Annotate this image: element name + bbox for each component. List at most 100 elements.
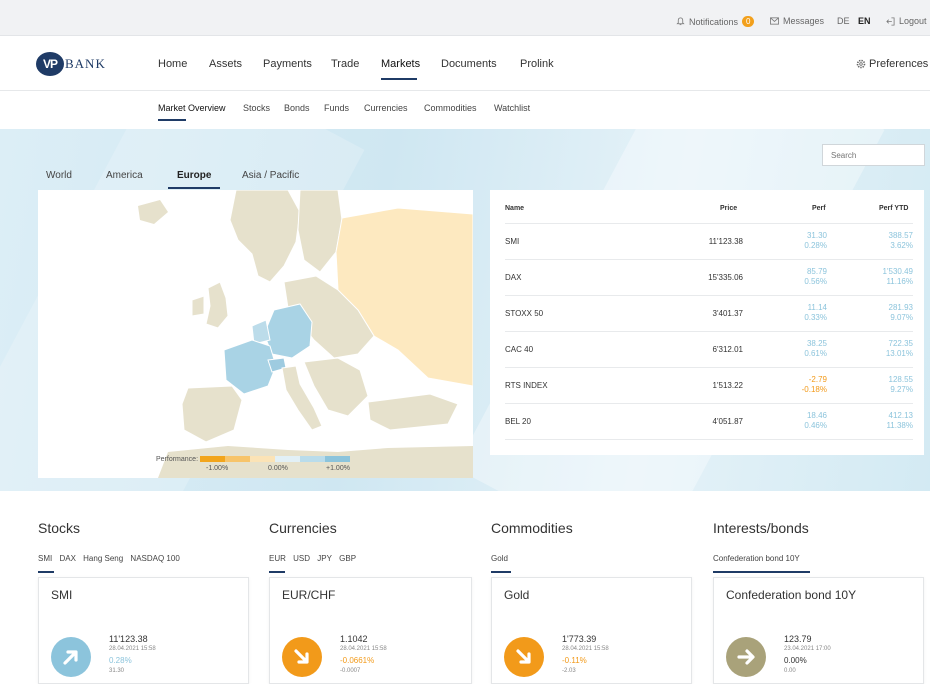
row-price: 4'051.87 — [712, 417, 743, 426]
row-name: STOXX 50 — [505, 309, 544, 318]
row-name: RTS INDEX — [505, 381, 548, 390]
region-active-indicator — [168, 187, 220, 189]
row-perf-pct: 0.28% — [804, 241, 827, 250]
nav-item-payments[interactable]: Payments — [263, 58, 312, 70]
row-perf-ytd: 128.55 9.27% — [889, 375, 913, 395]
row-perf-pct: 0.46% — [804, 421, 827, 430]
section-tab[interactable]: EUR — [269, 554, 286, 563]
card-change-absolute: 31.30 — [109, 668, 125, 674]
subnav-item-watchlist[interactable]: Watchlist — [494, 103, 530, 113]
row-perf: 11.14 0.33% — [804, 303, 827, 323]
region-tab-asia-pacific[interactable]: Asia / Pacific — [242, 170, 299, 181]
section-title: Commodities — [491, 520, 573, 536]
subnav-item-market-overview[interactable]: Market Overview — [158, 103, 226, 113]
europe-performance-map[interactable] — [38, 190, 473, 478]
card-title: SMI — [51, 588, 73, 602]
row-ytd-pct: 3.62% — [890, 241, 913, 250]
section-tab[interactable]: Gold — [491, 554, 508, 563]
logout-label: Logout — [899, 16, 927, 26]
subnav-item-commodities[interactable]: Commodities — [424, 103, 477, 113]
section-tab[interactable]: NASDAQ 100 — [130, 554, 179, 563]
row-perf-abs: 31.30 — [806, 231, 827, 240]
arrow-down-right-icon — [282, 637, 322, 677]
commodities-summary-card[interactable]: Gold 1'773.39 28.04.2021 15:58 -0.11% -2… — [491, 577, 692, 684]
notifications-link[interactable]: Notifications 0 — [676, 16, 755, 27]
legend-scale — [199, 456, 350, 463]
row-ytd-pct: 9.07% — [890, 313, 913, 322]
lang-de-label: DE — [837, 16, 850, 26]
row-perf-pct: -0.18% — [801, 385, 827, 394]
main-navigation: Home Assets Payments Trade Markets Docum… — [0, 58, 930, 80]
subnav-item-bonds[interactable]: Bonds — [284, 103, 310, 113]
lang-de-link[interactable]: DE — [837, 16, 850, 26]
arrow-down-right-icon — [504, 637, 544, 677]
nav-item-prolink[interactable]: Prolink — [520, 58, 554, 70]
subnav-item-currencies[interactable]: Currencies — [364, 103, 408, 113]
currencies-summary-card[interactable]: EUR/CHF 1.1042 28.04.2021 15:58 -0.0661%… — [269, 577, 472, 684]
table-header-perf[interactable]: Perf — [812, 205, 826, 212]
table-header-perf-ytd[interactable]: Perf YTD — [879, 205, 908, 212]
notifications-label: Notifications — [689, 16, 739, 27]
row-perf-pct: 0.56% — [804, 277, 827, 286]
nav-item-documents[interactable]: Documents — [441, 58, 497, 70]
logout-icon — [886, 16, 895, 26]
section-tab[interactable]: Confederation bond 10Y — [713, 554, 800, 563]
arrow-up-right-icon — [51, 637, 91, 677]
logout-link[interactable]: Logout — [886, 16, 927, 26]
card-title: Gold — [504, 588, 530, 602]
messages-link[interactable]: Messages — [770, 16, 824, 26]
table-row[interactable]: RTS INDEX 1'513.22 -2.79 -0.18% 128.55 9.27% — [505, 367, 913, 403]
row-perf: -2.79 -0.18% — [802, 375, 827, 395]
row-price: 15'335.06 — [708, 273, 743, 282]
section-tab[interactable]: DAX — [59, 554, 75, 563]
card-change-absolute: -0.0007 — [340, 668, 361, 674]
section-tab[interactable]: SMI — [38, 554, 52, 563]
section-tab[interactable]: JPY — [317, 554, 332, 563]
legend-max: +1.00% — [326, 465, 350, 472]
table-row[interactable]: CAC 40 6'312.01 38.25 0.61% 722.35 13.01% — [505, 331, 913, 367]
search-input[interactable] — [822, 144, 925, 166]
markets-sub-navigation: Market Overview Stocks Bonds Funds Curre… — [0, 103, 930, 121]
table-row[interactable]: BEL 20 4'051.87 18.46 0.46% 412.13 11.38% — [505, 403, 913, 439]
section-tab-active-indicator — [713, 571, 810, 573]
row-name: DAX — [505, 273, 522, 282]
arrow-right-icon — [726, 637, 766, 677]
section-tab[interactable]: USD — [293, 554, 310, 563]
section-tab[interactable]: Hang Seng — [83, 554, 123, 563]
row-price: 6'312.01 — [712, 345, 743, 354]
row-perf-ytd: 1'530.49 11.16% — [883, 267, 913, 287]
subnav-item-stocks[interactable]: Stocks — [243, 103, 270, 113]
legend-min: -1.00% — [206, 465, 229, 472]
card-value: 1.1042 — [340, 634, 368, 644]
table-row[interactable]: SMI 11'123.38 31.30 0.28% 388.57 3.62% — [505, 223, 913, 259]
table-row[interactable]: DAX 15'335.06 85.79 0.56% 1'530.49 11.16% — [505, 259, 913, 295]
nav-item-home[interactable]: Home — [158, 58, 187, 70]
section-tab-active-indicator — [38, 571, 54, 573]
region-tab-world[interactable]: World — [46, 170, 72, 181]
card-timestamp: 23.04.2021 17:00 — [784, 646, 831, 652]
bell-icon — [676, 17, 685, 26]
stocks-summary-card[interactable]: SMI 11'123.38 28.04.2021 15:58 0.28% 31.… — [38, 577, 249, 684]
card-change-percent: -0.0661% — [340, 656, 375, 665]
table-header-name[interactable]: Name — [505, 205, 524, 212]
nav-divider — [0, 90, 930, 91]
subnav-active-indicator — [158, 119, 186, 121]
interests-bonds-summary-card[interactable]: Confederation bond 10Y 123.79 23.04.2021… — [713, 577, 924, 684]
table-bottom-border — [505, 439, 913, 440]
table-header-price[interactable]: Price — [720, 205, 737, 212]
nav-item-assets[interactable]: Assets — [209, 58, 242, 70]
row-perf-abs: 85.79 — [806, 267, 827, 276]
lang-en-link[interactable]: EN — [858, 16, 871, 26]
region-tab-america[interactable]: America — [106, 170, 143, 181]
row-name: BEL 20 — [505, 417, 531, 426]
table-row[interactable]: STOXX 50 3'401.37 11.14 0.33% 281.93 9.07% — [505, 295, 913, 331]
section-tab[interactable]: GBP — [339, 554, 356, 563]
subnav-item-funds[interactable]: Funds — [324, 103, 349, 113]
nav-item-trade[interactable]: Trade — [331, 58, 359, 70]
region-tab-europe[interactable]: Europe — [177, 170, 211, 181]
card-value: 123.79 — [784, 634, 812, 644]
preferences-button[interactable]: Preferences — [856, 58, 928, 70]
nav-item-markets[interactable]: Markets — [381, 58, 420, 70]
row-perf-ytd: 388.57 3.62% — [889, 231, 913, 251]
row-ytd-abs: 412.13 — [888, 411, 913, 420]
